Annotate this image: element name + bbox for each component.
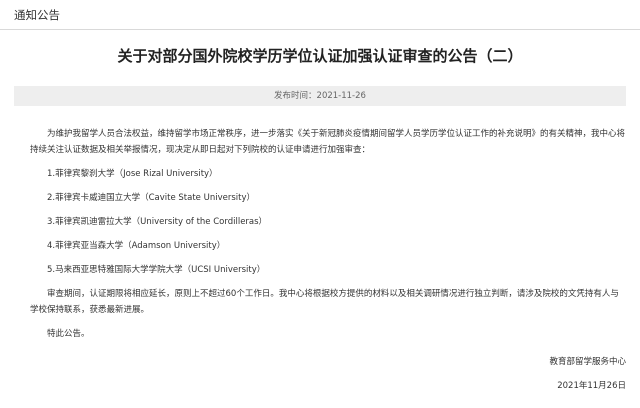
- article-title: 关于对部分国外院校学历学位认证加强认证审查的公告（二）: [117, 47, 523, 65]
- institution-item: 4.菲律宾亚当森大学（Adamson University）: [47, 241, 226, 251]
- article-body: 为维护我留学人员合法权益，维持留学市场正常秩序，进一步落实《关于新冠肺炎疫情期间…: [30, 126, 626, 342]
- signature-organization: 教育部留学服务中心: [549, 357, 626, 367]
- section-header: 通知公告: [0, 0, 640, 30]
- institution-item: 5.马来西亚思特雅国际大学学院大学（UCSI University）: [47, 265, 266, 275]
- closing-paragraph: 特此公告。: [47, 329, 90, 339]
- section-title: 通知公告: [14, 8, 60, 22]
- institution-item: 1.菲律宾黎刹大学（Jose Rizal University）: [47, 169, 218, 179]
- review-note-paragraph: 审查期间，认证期限将相应延长，原则上不超过60个工作日。我中心将根据校方提供的材…: [30, 289, 619, 315]
- institution-item: 3.菲律宾凯迪雷拉大学（University of the Cordillera…: [47, 217, 268, 227]
- publish-date-bar: 发布时间：2021-11-26: [14, 86, 626, 106]
- institution-item: 2.菲律宾卡威迪国立大学（Cavite State University）: [47, 193, 255, 203]
- intro-paragraph: 为维护我留学人员合法权益，维持留学市场正常秩序，进一步落实《关于新冠肺炎疫情期间…: [30, 129, 626, 155]
- publish-date: 发布时间：2021-11-26: [274, 91, 366, 101]
- signature-date: 2021年11月26日: [557, 381, 626, 391]
